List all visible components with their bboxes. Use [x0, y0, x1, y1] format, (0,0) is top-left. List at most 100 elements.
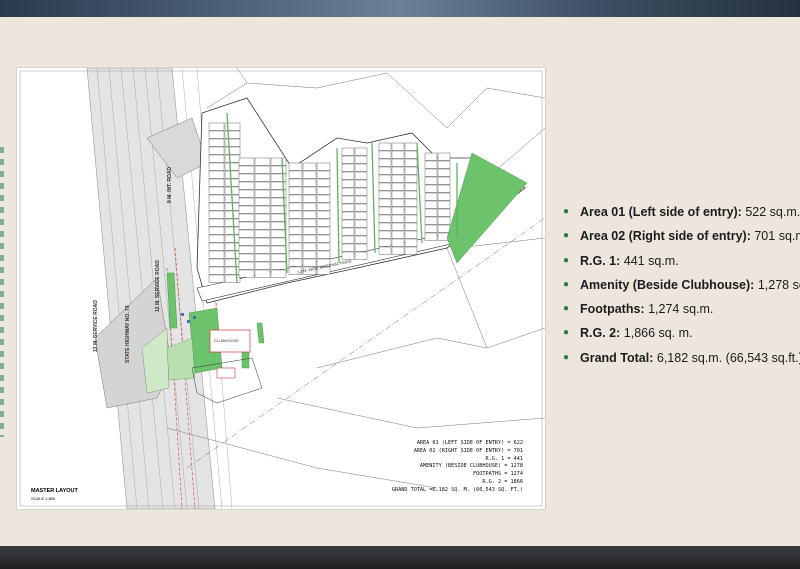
plot-cell [437, 200, 451, 209]
plot-cell [316, 210, 331, 219]
plot-cell [378, 222, 392, 231]
label-state-highway: STATE HIGHWAY NO. 78 [125, 305, 131, 363]
plot-cell [288, 234, 303, 243]
plot-cell [288, 194, 303, 203]
plot-cell [391, 158, 405, 167]
plot-cell [224, 130, 241, 139]
plot-cell [391, 150, 405, 159]
plot-cell [437, 160, 451, 169]
plot-cell [208, 250, 225, 259]
plot-cell [302, 226, 317, 235]
plot-cell [208, 146, 225, 155]
plot-cell [437, 176, 451, 185]
plot-cell [224, 154, 241, 163]
plot-cell [404, 214, 418, 223]
plot-cell [288, 210, 303, 219]
plot-cell [341, 243, 355, 252]
plot-cell [316, 170, 331, 179]
area-table-row: AREA 01 (LEFT SIDE OF ENTRY) = 622 [416, 440, 523, 446]
plot-cell [208, 266, 225, 275]
plot-cell [378, 190, 392, 199]
plot-cell [354, 203, 368, 212]
plot-cell [378, 246, 392, 255]
legend-label: Grand Total: [580, 350, 654, 365]
plot-cell [391, 222, 405, 231]
plot-cell [288, 226, 303, 235]
plot-cell [288, 170, 303, 179]
plot-cell [288, 218, 303, 227]
plot-cell [302, 210, 317, 219]
plot-cell [404, 182, 418, 191]
plot-cell [208, 274, 225, 283]
bullet-icon: ● [563, 351, 570, 363]
plot-cell [254, 221, 271, 230]
plot-cell [316, 178, 331, 187]
road-background [0, 546, 800, 569]
plot-cell [354, 147, 368, 156]
plot-cell [424, 184, 438, 193]
plot-cell [302, 234, 317, 243]
plot-cell [354, 195, 368, 204]
plot-cell [254, 181, 271, 190]
plot-cell [404, 230, 418, 239]
plot-cell [341, 187, 355, 196]
plot-cell [238, 189, 255, 198]
plot-cell [208, 226, 225, 235]
legend-value: 1,278 sq.m. [757, 277, 800, 292]
plot-cell [391, 174, 405, 183]
plot-cell [224, 226, 241, 235]
label-9m-road: 9 M. INT. ROAD [167, 166, 173, 203]
plot-cell [254, 157, 271, 166]
plot-cell [316, 226, 331, 235]
plot-cell [404, 238, 418, 247]
plot-cell [404, 142, 418, 151]
plot-cell [404, 206, 418, 215]
plot-cell [378, 230, 392, 239]
plot-cell [208, 186, 225, 195]
plot-cell [354, 187, 368, 196]
area-table-row: R.G. 1 = 441 [485, 455, 523, 462]
plot-cell [238, 237, 255, 246]
plot-cell [224, 250, 241, 259]
plot-cell [224, 274, 241, 283]
master-layout-title: MASTER LAYOUT [31, 488, 78, 494]
plot-cell [437, 184, 451, 193]
plot-cell [424, 152, 438, 161]
plot-cell [316, 250, 331, 259]
plot-cell [354, 235, 368, 244]
plot-cell [270, 229, 287, 238]
area-legend-list: ● Area 01 (Left side of entry): 522 sq.m.… [563, 204, 800, 374]
plot-cell [354, 219, 368, 228]
plot-cell [208, 170, 225, 179]
plot-cell [270, 253, 287, 262]
plot-cell [254, 229, 271, 238]
plot-cell [224, 234, 241, 243]
area-table: AREA 01 (LEFT SIDE OF ENTRY) = 622 AREA … [392, 440, 523, 495]
plot-cell [404, 174, 418, 183]
legend-item: ● Footpaths: 1,274 sq.m. [563, 301, 800, 325]
plot-cell [302, 250, 317, 259]
plot-cell [302, 186, 317, 195]
plot-cell [437, 152, 451, 161]
plot-cell [378, 158, 392, 167]
plot-cell [254, 245, 271, 254]
plot-cell [341, 171, 355, 180]
plot-cell [378, 214, 392, 223]
plot-cell [302, 162, 317, 171]
plot-cell [254, 189, 271, 198]
plot-cell [208, 242, 225, 251]
plot-cell [238, 181, 255, 190]
area-table-row: AREA 02 (RIGHT SIDE OF ENTRY) = 701 [413, 447, 523, 454]
plot-cell [404, 158, 418, 167]
plot-cell [378, 206, 392, 215]
plot-cell [391, 142, 405, 151]
plot-cell [288, 162, 303, 171]
plot-cell [341, 163, 355, 172]
plot-cell [341, 227, 355, 236]
plot-cell [238, 221, 255, 230]
area-table-row: R.G. 2 = 1866 [482, 478, 523, 485]
plot-cell [354, 171, 368, 180]
plot-cell [224, 218, 241, 227]
plot-cell [254, 197, 271, 206]
plot-cell [208, 202, 225, 211]
